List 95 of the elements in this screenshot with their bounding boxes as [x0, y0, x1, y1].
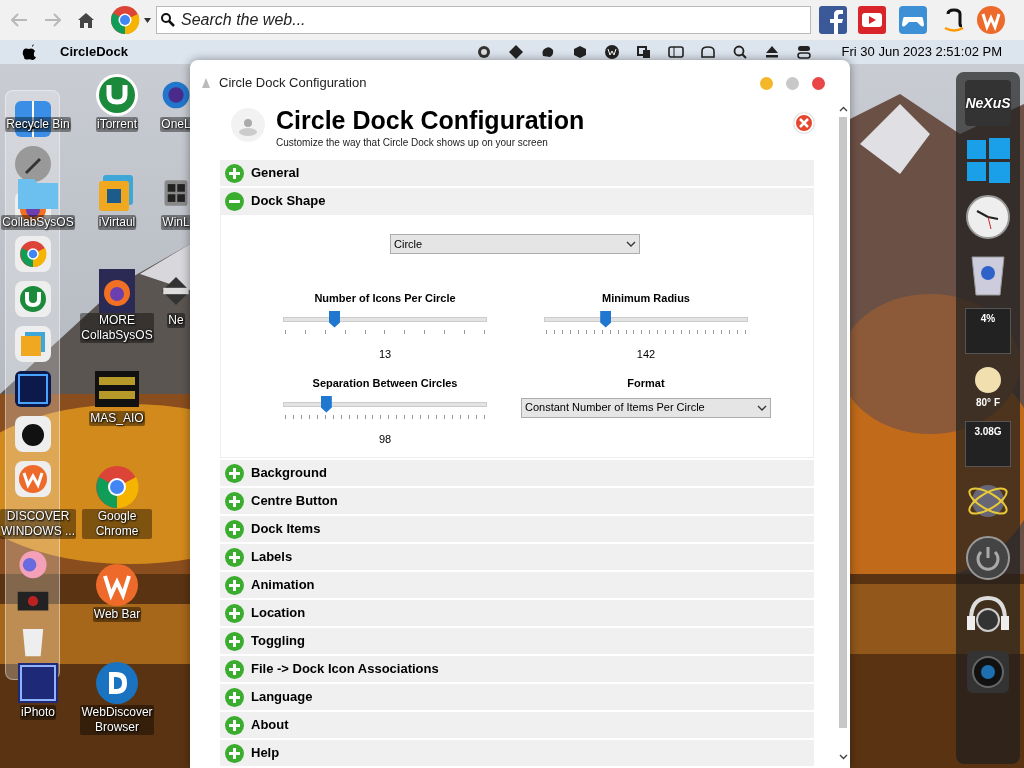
sidebar-icon[interactable] [667, 44, 684, 60]
desktop-icon-label[interactable]: WinL [161, 215, 191, 230]
slider-value: 98 [378, 431, 392, 447]
search-icon [161, 13, 175, 27]
desktop-icon-label[interactable]: iPhoto [20, 705, 56, 720]
format-dropdown[interactable]: Constant Number of Items Per Circle [521, 397, 771, 418]
windows-stack-icon[interactable] [635, 44, 652, 60]
shopping-icon[interactable] [942, 6, 966, 34]
windows-icon[interactable] [965, 137, 1011, 183]
control-center-icon[interactable] [795, 44, 812, 60]
desktop-icon-label[interactable]: Google Chrome [82, 509, 152, 539]
close-button[interactable] [812, 76, 825, 90]
home-icon[interactable] [78, 12, 94, 28]
slider-label: Separation Between Circles [312, 376, 458, 391]
scroll-down-icon[interactable] [838, 754, 848, 760]
chrome-icon[interactable] [12, 234, 53, 274]
caret-icon[interactable] [144, 17, 151, 23]
slider-thumb[interactable] [600, 310, 612, 328]
w-logo-icon[interactable] [95, 563, 139, 607]
power-icon[interactable] [965, 535, 1011, 581]
chevron-down-icon [757, 404, 767, 411]
meter-reading: 3.08G [974, 425, 1002, 439]
section-header[interactable]: File -> Dock Icon Associations [220, 656, 814, 682]
desktop-icon-label[interactable]: MORE CollabSysOS [80, 313, 154, 343]
slider[interactable] [283, 310, 487, 328]
meter-reading: 4% [980, 312, 996, 326]
disc-icon[interactable] [475, 44, 492, 60]
cloud-icon[interactable] [699, 44, 716, 60]
section-header[interactable]: Animation [220, 572, 814, 598]
desktop-icon-label[interactable]: iVirtaul [97, 215, 137, 230]
section-header[interactable]: General [220, 160, 814, 186]
desktop-icon-label[interactable]: iTorrent [96, 117, 138, 132]
window-title: Circle Dock Configuration [219, 74, 367, 93]
scrollbar[interactable] [836, 106, 850, 760]
slider-thumb[interactable] [329, 310, 340, 328]
app-icon[interactable] [95, 661, 139, 705]
logo-tile[interactable]: NeXuS [965, 80, 1011, 126]
slider-label: Minimum Radius [602, 291, 690, 306]
sun-icon[interactable] [973, 365, 1003, 395]
search-field[interactable]: Search the web... [156, 6, 811, 34]
meter-tile[interactable]: 4% [965, 308, 1011, 354]
menu-clock[interactable]: Fri 30 Jun 2023 2:51:02 PM [841, 42, 1002, 62]
slider-value: 13 [378, 346, 392, 362]
search-icon[interactable] [731, 44, 748, 60]
rocket-icon[interactable] [12, 144, 53, 184]
app-icon[interactable] [16, 661, 60, 705]
section-header[interactable]: About [220, 712, 814, 738]
scroll-up-icon[interactable] [838, 106, 848, 112]
section-header[interactable]: Labels [220, 544, 814, 570]
logo-text: NeXuS [965, 93, 1011, 113]
chevron-down-icon [626, 241, 636, 247]
shape-icon[interactable] [539, 44, 556, 60]
facebook-icon[interactable] [819, 6, 847, 34]
section-header[interactable]: Centre Button [220, 488, 814, 514]
w-circle-icon[interactable] [603, 44, 620, 60]
section-header[interactable]: Background [220, 460, 814, 486]
slider-label: Number of Icons Per Circle [314, 291, 456, 306]
app-small-icon [202, 78, 210, 88]
torrent-icon[interactable] [12, 279, 53, 319]
shape-dropdown[interactable]: Circle [390, 234, 640, 254]
slider-value: 142 [636, 346, 656, 362]
desktop-icon-label[interactable]: WebDiscover Browser [80, 705, 154, 735]
slider[interactable] [283, 395, 487, 413]
camera-lens-icon[interactable] [965, 649, 1011, 695]
close-icon [799, 118, 809, 128]
section-header[interactable]: Toggling [220, 628, 814, 654]
slider[interactable] [544, 310, 748, 328]
apple-icon[interactable] [22, 44, 36, 60]
desktop-icon-label[interactable]: Ne [167, 313, 185, 328]
photoshop-icon[interactable] [12, 369, 53, 409]
app-name[interactable]: CircleDock [60, 42, 128, 62]
close-button[interactable] [794, 113, 814, 133]
dock-logo-icon [230, 107, 266, 143]
virtual-icon[interactable] [12, 324, 53, 364]
window-heading: Circle Dock Configuration [276, 106, 585, 134]
play-icon[interactable] [858, 6, 886, 34]
window-subtitle: Customize the way that Circle Dock shows up on your screen [276, 136, 549, 150]
section-header[interactable]: Language [220, 684, 814, 710]
meter-tile[interactable]: 3.08G [965, 421, 1011, 467]
section-header[interactable]: Help [220, 740, 814, 766]
desktop-icon-label[interactable]: DISCOVER WINDOWS ... [0, 509, 76, 539]
section-header[interactable]: Dock Items [220, 516, 814, 542]
desktop-icon-label[interactable]: Web Bar [92, 607, 142, 622]
clock-icon[interactable] [965, 194, 1011, 240]
temperature-text: 80° F [976, 396, 1000, 410]
section-header[interactable]: Location [220, 600, 814, 626]
slider-thumb[interactable] [320, 395, 332, 413]
chrome-icon[interactable] [95, 465, 139, 509]
dropdown-label: Format [627, 376, 665, 391]
gamepad-icon[interactable] [899, 6, 927, 34]
chrome-icon[interactable] [110, 5, 140, 35]
apple-icon[interactable] [12, 414, 53, 454]
eject-icon[interactable] [763, 44, 780, 60]
section-header[interactable]: Dock Shape [220, 188, 814, 214]
desktop-icon-label[interactable]: MAS_AIO [89, 411, 145, 426]
